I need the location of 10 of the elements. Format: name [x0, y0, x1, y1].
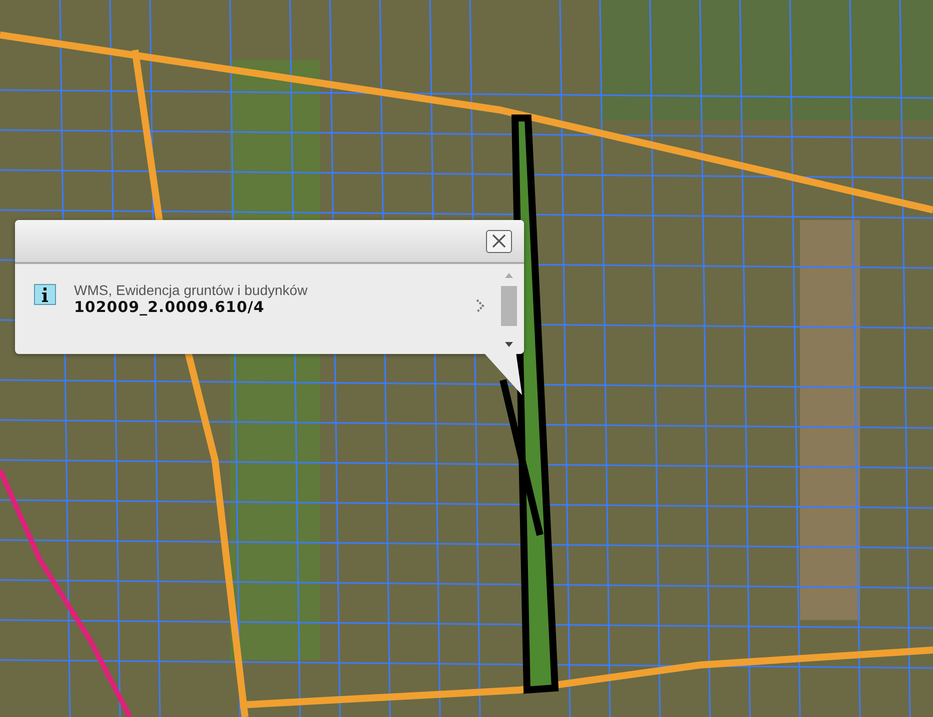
parcel-id-text: 102009_2.0009.610/4 [74, 298, 266, 316]
scrollbar[interactable] [500, 272, 518, 348]
layer-source-text: WMS, Ewidencja gruntów i budynków [74, 282, 308, 298]
scroll-up-icon[interactable] [504, 272, 514, 278]
scroll-thumb[interactable] [501, 286, 517, 326]
info-icon [34, 284, 56, 305]
close-icon [491, 233, 507, 249]
chevron-right-icon[interactable] [474, 298, 486, 314]
scroll-down-icon[interactable] [504, 342, 514, 348]
close-button[interactable] [486, 230, 512, 252]
